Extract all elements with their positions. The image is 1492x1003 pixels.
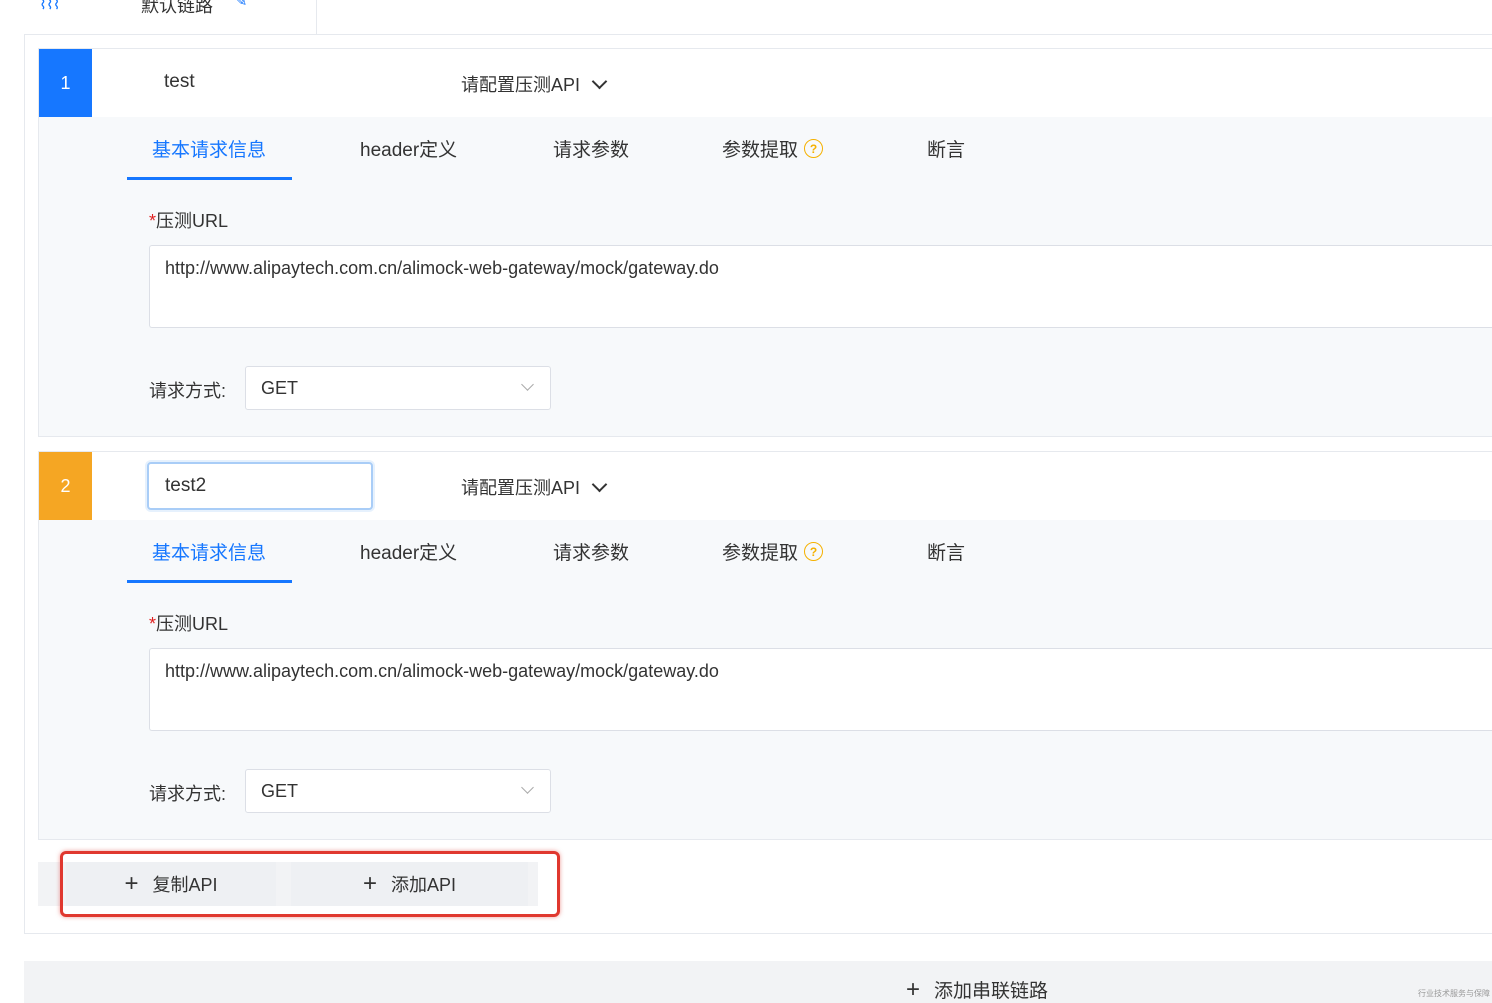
tab-param-extract-label: 参数提取 (722, 140, 799, 161)
tab-header-definition[interactable]: header定义 (360, 135, 457, 162)
url-label: *压测URL (149, 610, 228, 636)
add-chain-button[interactable]: + 添加串联链路 (906, 976, 1048, 1003)
copy-api-button[interactable]: + 复制API (66, 862, 276, 906)
url-label: *压测URL (149, 207, 228, 233)
method-value: GET (261, 781, 299, 801)
method-select[interactable]: GET (245, 366, 551, 410)
required-mark: * (149, 614, 157, 634)
api-index-badge: 1 (39, 49, 92, 117)
chevron-down-icon (591, 476, 608, 492)
add-chain-bar[interactable] (24, 961, 1492, 1003)
tab-param-extract-label: 参数提取 (722, 543, 799, 564)
tab-assertion[interactable]: 断言 (927, 135, 965, 162)
url-label-text: 压测URL (156, 614, 229, 634)
plus-icon: + (124, 870, 139, 897)
api-config-select-label: 请配置压测API (461, 478, 581, 498)
help-icon[interactable]: ? (804, 139, 824, 158)
api-card-header: 1 test 请配置压测API (39, 49, 1492, 117)
api-name[interactable]: test (164, 71, 195, 93)
tab-request-params[interactable]: 请求参数 (553, 538, 629, 565)
add-api-label: 添加API (391, 875, 457, 895)
api-tabs: 基本请求信息 header定义 请求参数 参数提取 ? 断言 (127, 520, 1027, 584)
help-icon[interactable]: ? (804, 542, 824, 561)
edit-icon[interactable]: ✎ (234, 0, 247, 11)
url-input[interactable]: http://www.alipaytech.com.cn/alimock-web… (149, 648, 1492, 731)
url-input[interactable]: http://www.alipaytech.com.cn/alimock-web… (149, 245, 1492, 328)
add-chain-label: 添加串联链路 (934, 981, 1049, 1002)
api-index-badge: 2 (39, 452, 92, 520)
method-label: 请求方式: (149, 381, 227, 401)
active-tab-indicator (127, 177, 292, 180)
watermark: 行业技术服务与保障 (1418, 989, 1490, 998)
api-config-select[interactable]: 请配置压测API (461, 474, 608, 500)
api-config-select-label: 请配置压测API (461, 75, 581, 95)
api-card-1: 1 test 请配置压测API 基本请求信息 header定义 请求参数 参数提… (38, 48, 1492, 437)
required-mark: * (149, 211, 157, 231)
api-name-input[interactable]: test2 (147, 462, 373, 510)
tab-assertion[interactable]: 断言 (927, 538, 965, 565)
api-config-select[interactable]: 请配置压测API (461, 71, 608, 97)
copy-api-label: 复制API (152, 875, 218, 895)
api-card-header: 2 test2 请配置压测API (39, 452, 1492, 520)
chevron-down-icon (521, 378, 534, 391)
method-select[interactable]: GET (245, 769, 551, 813)
add-api-button[interactable]: + 添加API (291, 862, 528, 906)
chevron-down-icon (591, 73, 608, 89)
api-card-2: 2 test2 请配置压测API 基本请求信息 header定义 请求参数 参数… (38, 451, 1492, 840)
active-tab-indicator (127, 580, 292, 583)
method-value: GET (261, 378, 299, 398)
tab-basic-info[interactable]: 基本请求信息 (152, 538, 266, 565)
plus-icon: + (906, 975, 921, 1003)
tab-param-extract[interactable]: 参数提取 ? (722, 538, 824, 565)
chevron-down-icon (521, 781, 534, 794)
plus-icon: + (362, 870, 377, 897)
header-divider (316, 0, 317, 34)
chain-name: 默认链路 (141, 0, 213, 16)
tab-request-params[interactable]: 请求参数 (553, 135, 629, 162)
tab-param-extract[interactable]: 参数提取 ? (722, 135, 824, 162)
method-label: 请求方式: (149, 784, 227, 804)
url-label-text: 压测URL (156, 211, 229, 231)
tab-header-definition[interactable]: header定义 (360, 538, 457, 565)
api-tabs: 基本请求信息 header定义 请求参数 参数提取 ? 断言 (127, 117, 1027, 181)
tab-basic-info[interactable]: 基本请求信息 (152, 135, 266, 162)
chain-icon: ⌇⌇⌇ (39, 0, 60, 13)
